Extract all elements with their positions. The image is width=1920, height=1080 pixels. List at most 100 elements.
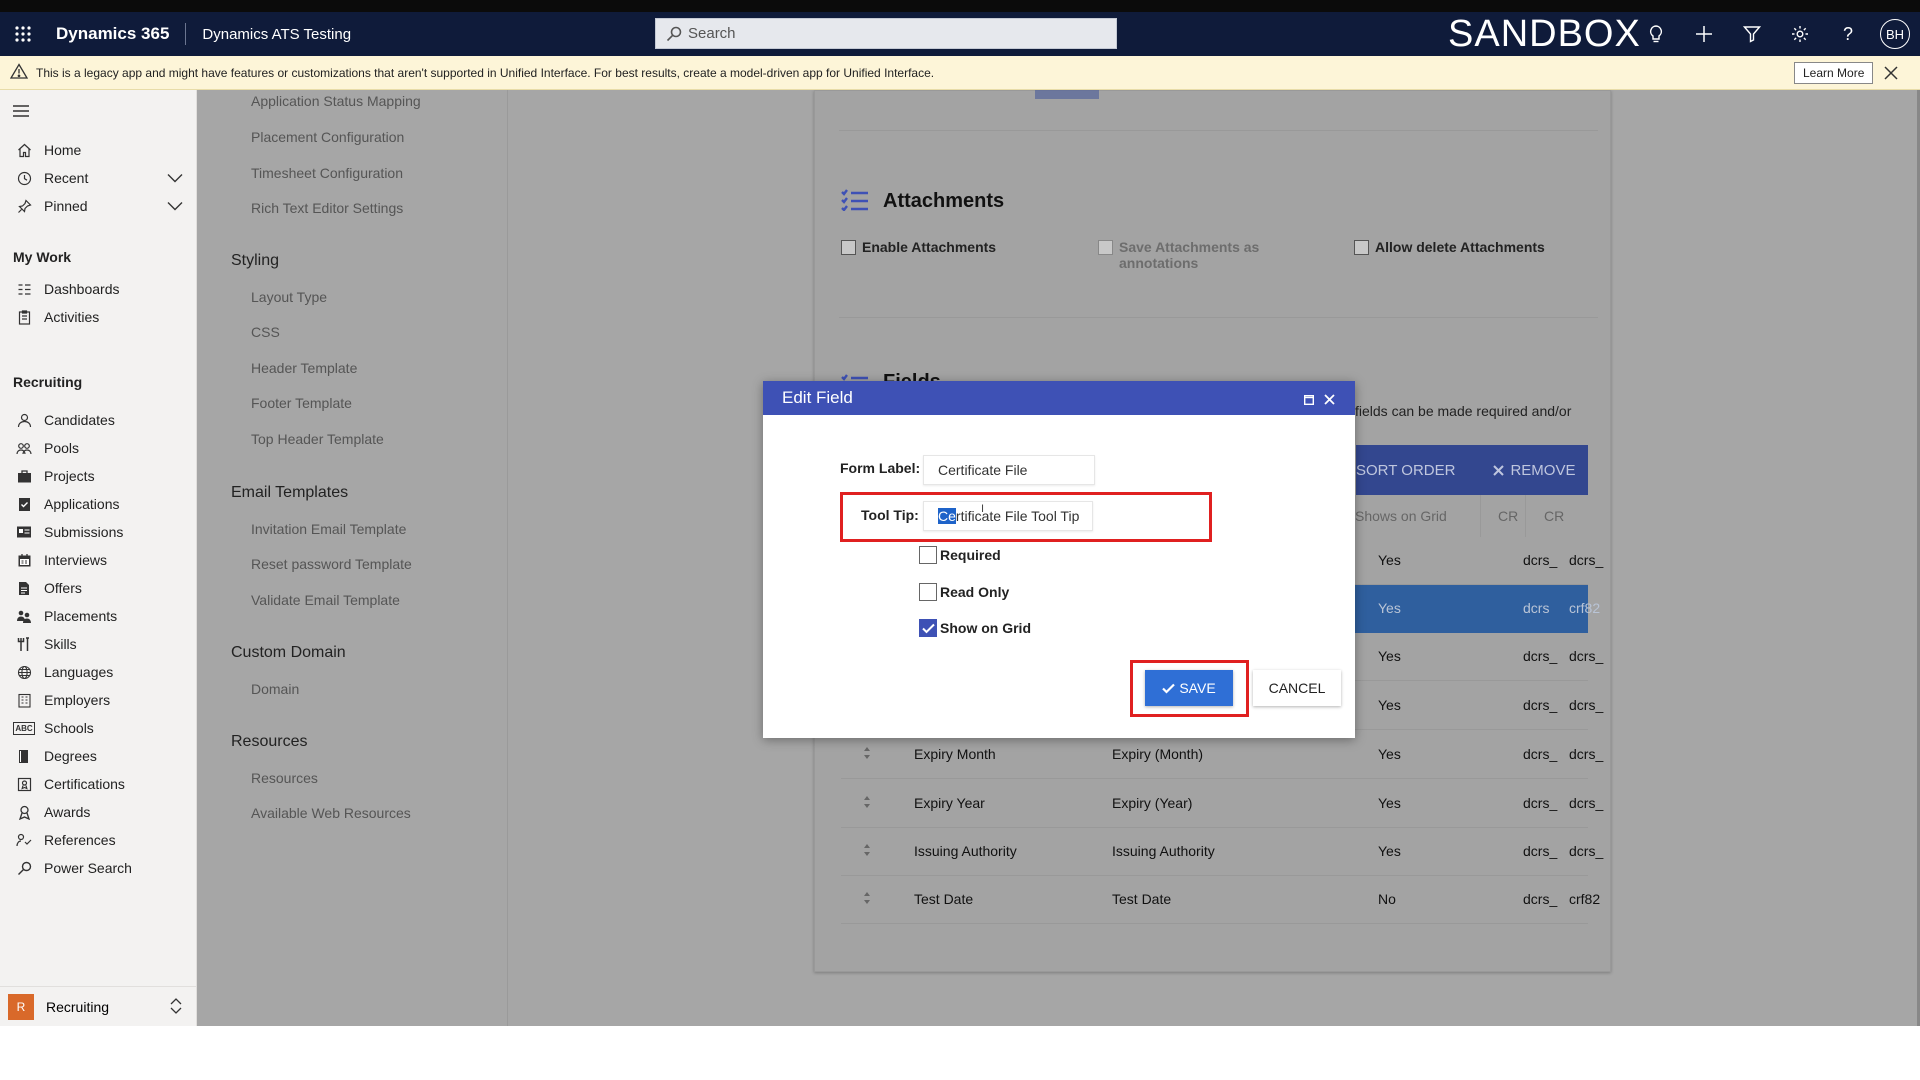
user-avatar[interactable]: BH: [1880, 19, 1910, 49]
sidebar-item-degrees[interactable]: Degrees: [0, 742, 197, 770]
legacy-app-warning-banner: This is a legacy app and might have feat…: [0, 56, 1920, 90]
hamburger-menu-icon[interactable]: [13, 104, 29, 123]
close-icon[interactable]: [1324, 390, 1335, 410]
sidebar-item-submissions[interactable]: Submissions: [0, 518, 197, 546]
edit-field-dialog: Edit Field Form Label: Certificate File …: [763, 381, 1355, 738]
sidebar-item-label: Employers: [44, 692, 111, 708]
gear-icon[interactable]: [1776, 12, 1824, 56]
partial-button: [1035, 90, 1099, 99]
drag-handle-icon[interactable]: [863, 795, 871, 812]
sidebar-item-offers[interactable]: Offers: [0, 574, 197, 602]
sidebar-item-activities[interactable]: Activities: [0, 303, 197, 331]
cell-name: Expiry Month: [914, 746, 996, 762]
sidebar-item-dashboards[interactable]: Dashboards: [0, 275, 197, 303]
settings-link[interactable]: Invitation Email Template: [251, 521, 406, 537]
column-header-cr[interactable]: CR: [1498, 508, 1518, 524]
sidebar-item-schools[interactable]: ABC Schools: [0, 714, 197, 742]
sort-order-button[interactable]: SORT ORDER: [1356, 462, 1455, 479]
sidebar-item-interviews[interactable]: Interviews: [0, 546, 197, 574]
cell-shows: Yes: [1378, 552, 1401, 568]
sidebar-item-pinned[interactable]: Pinned: [0, 192, 197, 220]
drag-handle-icon[interactable]: [863, 843, 871, 860]
selected-text: Ce: [938, 508, 956, 524]
help-icon[interactable]: ?: [1824, 12, 1872, 56]
abc-icon: ABC: [13, 721, 35, 735]
sidebar-item-candidates[interactable]: Candidates: [0, 406, 197, 434]
cell-shows: Yes: [1378, 648, 1401, 664]
sidebar-group-recruiting: Recruiting: [13, 374, 83, 390]
learn-more-button[interactable]: Learn More: [1794, 62, 1874, 84]
drag-handle-icon[interactable]: [863, 891, 871, 908]
sidebar-item-placements[interactable]: Placements: [0, 602, 197, 630]
read-only-checkbox[interactable]: Read Only: [919, 583, 1009, 601]
remove-button[interactable]: REMOVE: [1493, 462, 1575, 479]
column-header-shows-on-grid[interactable]: Shows on Grid: [1355, 508, 1447, 524]
save-button[interactable]: SAVE: [1145, 670, 1233, 706]
brand-name[interactable]: Dynamics 365: [46, 23, 187, 45]
cell-cr1: dcrs_: [1523, 697, 1558, 713]
lightbulb-icon[interactable]: [1632, 12, 1680, 56]
sidebar-item-applications[interactable]: Applications: [0, 490, 197, 518]
drag-handle-icon[interactable]: [863, 746, 871, 763]
settings-link[interactable]: Application Status Mapping: [251, 93, 421, 109]
settings-link[interactable]: Available Web Resources: [251, 805, 411, 821]
settings-link[interactable]: Top Header Template: [251, 431, 384, 447]
table-row[interactable]: Expiry Month Expiry (Month) Yes dcrs_ dcrs_: [841, 731, 1603, 779]
cancel-button[interactable]: CANCEL: [1253, 670, 1341, 706]
checkbox-label: Enable Attachments: [862, 239, 997, 255]
table-row[interactable]: Expiry Year Expiry (Year) Yes dcrs_ dcrs_: [841, 780, 1603, 828]
settings-link[interactable]: Rich Text Editor Settings: [251, 200, 403, 216]
sidebar-item-power-search[interactable]: Power Search: [0, 854, 197, 882]
search-input[interactable]: Search: [655, 18, 1117, 49]
plus-icon[interactable]: [1680, 12, 1728, 56]
settings-link[interactable]: Layout Type: [251, 289, 327, 305]
settings-link[interactable]: CSS: [251, 324, 280, 340]
show-on-grid-checkbox[interactable]: Show on Grid: [919, 619, 1031, 637]
close-icon[interactable]: [1884, 64, 1898, 85]
sidebar-item-languages[interactable]: Languages: [0, 658, 197, 686]
allow-delete-attachments-checkbox[interactable]: Allow delete Attachments: [1354, 239, 1545, 255]
sidebar-item-employers[interactable]: Employers: [0, 686, 197, 714]
settings-link[interactable]: Validate Email Template: [251, 592, 400, 608]
sidebar-item-recent[interactable]: Recent: [0, 164, 197, 192]
table-row[interactable]: Issuing Authority Issuing Authority Yes dcr…: [841, 828, 1603, 876]
app-launcher-icon[interactable]: [0, 12, 46, 56]
settings-link[interactable]: Header Template: [251, 360, 357, 376]
cell-shows: Yes: [1378, 600, 1401, 616]
settings-link[interactable]: Resources: [251, 770, 318, 786]
sidebar-item-label: Home: [44, 142, 82, 158]
required-checkbox[interactable]: Required: [919, 546, 1001, 564]
tooltip-input[interactable]: Ce rtificate File Tool Tip: [923, 501, 1093, 531]
cell-cr1: dcrs_: [1523, 746, 1558, 762]
sidebar-item-skills[interactable]: Skills: [0, 630, 197, 658]
chevron-down-icon[interactable]: [167, 198, 183, 214]
building-icon: [13, 693, 35, 708]
section-divider: [839, 130, 1598, 131]
sidebar-item-home[interactable]: Home: [0, 136, 197, 164]
cell-cr1: dcrs_: [1523, 648, 1558, 664]
maximize-icon[interactable]: [1303, 390, 1315, 410]
settings-link[interactable]: Placement Configuration: [251, 129, 404, 145]
cell-cr2: crf82: [1569, 891, 1601, 907]
app-name[interactable]: Dynamics ATS Testing: [186, 26, 351, 43]
settings-link[interactable]: Timesheet Configuration: [251, 165, 403, 181]
sidebar-item-label: Skills: [44, 636, 77, 652]
chevron-down-icon[interactable]: [167, 170, 183, 186]
settings-link[interactable]: Footer Template: [251, 395, 352, 411]
cell-name: Expiry Year: [914, 795, 985, 811]
settings-link[interactable]: Domain: [251, 681, 299, 697]
table-row[interactable]: Test Date Test Date No dcrs_ crf82: [841, 876, 1600, 924]
sidebar-item-pools[interactable]: Pools: [0, 434, 197, 462]
save-as-annotations-checkbox[interactable]: Save Attachments as annotations: [1098, 239, 1298, 271]
column-header-cr[interactable]: CR: [1544, 508, 1564, 524]
settings-link[interactable]: Reset password Template: [251, 556, 412, 572]
form-label-input[interactable]: Certificate File: [923, 455, 1095, 485]
sidebar-item-certifications[interactable]: Certifications: [0, 770, 197, 798]
banner-message: This is a legacy app and might have feat…: [36, 65, 935, 80]
sidebar-item-projects[interactable]: Projects: [0, 462, 197, 490]
filter-icon[interactable]: [1728, 12, 1776, 56]
sidebar-item-references[interactable]: References: [0, 826, 197, 854]
sidebar-item-awards[interactable]: Awards: [0, 798, 197, 826]
enable-attachments-checkbox[interactable]: Enable Attachments: [841, 239, 996, 255]
area-switcher[interactable]: R Recruiting: [0, 986, 197, 1026]
